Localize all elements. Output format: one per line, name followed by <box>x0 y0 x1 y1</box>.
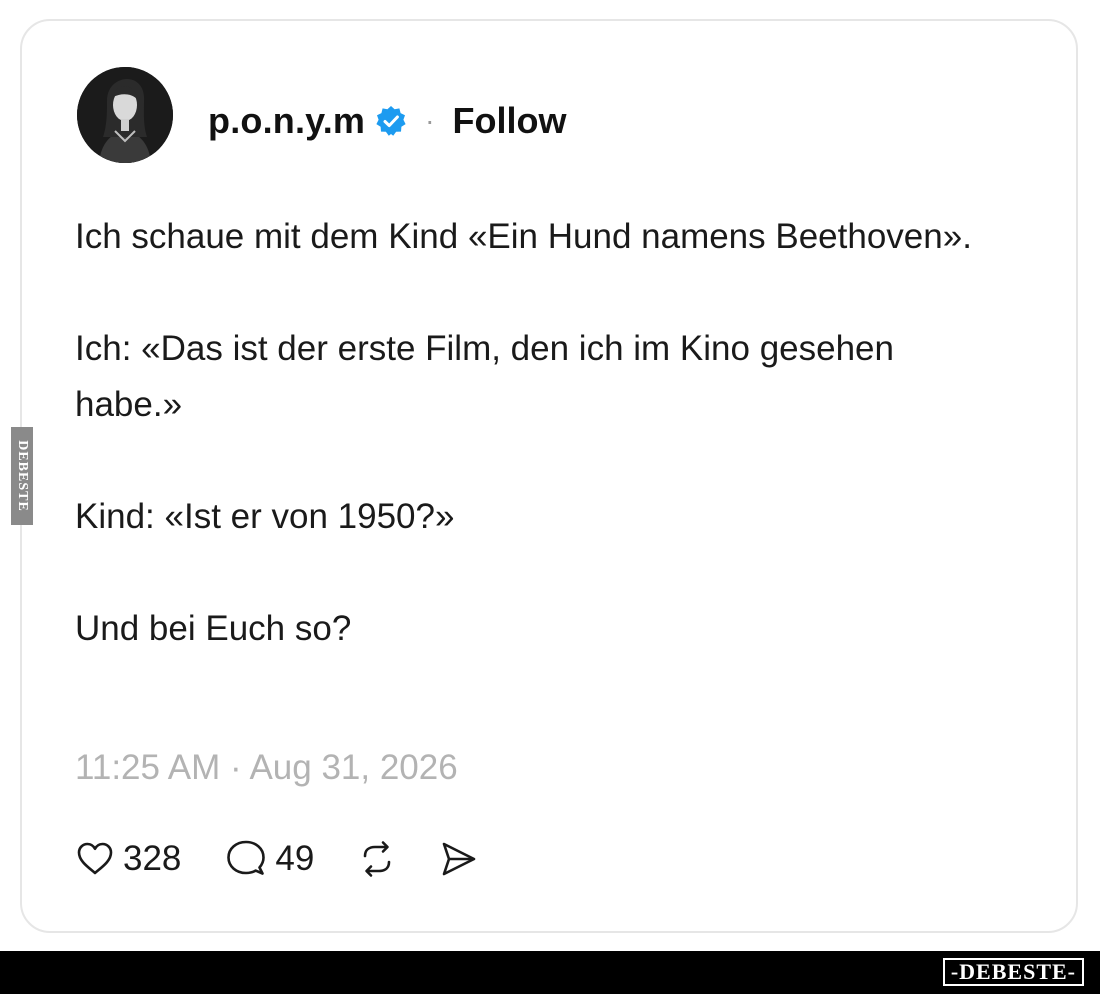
reply-button[interactable]: 49 <box>225 839 314 879</box>
heart-icon <box>75 839 115 879</box>
post-timestamp[interactable]: 11:25 AM · Aug 31, 2026 <box>75 748 458 788</box>
share-button[interactable] <box>438 839 478 879</box>
profile-photo-icon <box>77 67 173 163</box>
repost-button[interactable] <box>356 839 398 879</box>
username[interactable]: p.o.n.y.m <box>208 100 365 142</box>
reply-count: 49 <box>275 839 315 878</box>
avatar[interactable] <box>77 67 173 163</box>
verified-badge-icon <box>375 105 407 137</box>
post-header: p.o.n.y.m · Follow <box>208 99 566 143</box>
post-paragraph: Und bei Euch so? <box>75 609 352 648</box>
post-text: Ich schaue mit dem Kind «Ein Hund namens… <box>75 209 975 657</box>
action-bar: 328 49 <box>75 834 478 884</box>
follow-button[interactable]: Follow <box>452 100 566 142</box>
like-count: 328 <box>123 839 182 878</box>
post-paragraph: Kind: «Ist er von 1950?» <box>75 497 455 536</box>
like-button[interactable]: 328 <box>75 839 181 879</box>
bottom-watermark-bar: -DEBESTE- <box>0 951 1100 994</box>
side-watermark-text: DEBESTE <box>15 440 30 512</box>
post-paragraph: Ich: «Das ist der erste Film, den ich im… <box>75 329 894 424</box>
separator-dot: · <box>425 105 435 136</box>
speech-bubble-icon <box>225 839 267 879</box>
side-watermark: DEBESTE <box>11 427 33 525</box>
send-icon <box>438 839 478 879</box>
repost-icon <box>356 839 398 879</box>
post-card: p.o.n.y.m · Follow Ich schaue mit dem Ki… <box>20 19 1078 933</box>
watermark-logo: -DEBESTE- <box>942 958 1084 986</box>
post-paragraph: Ich schaue mit dem Kind «Ein Hund namens… <box>75 217 972 256</box>
